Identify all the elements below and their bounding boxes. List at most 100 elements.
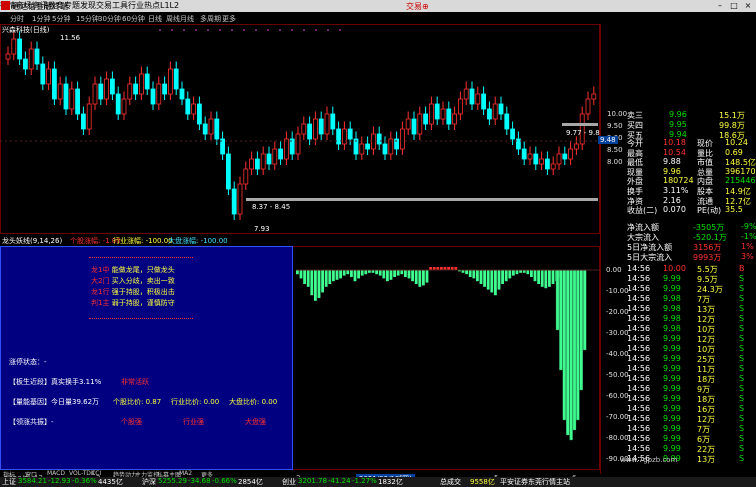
indicator-bar	[497, 270, 501, 290]
flow-pct: -1%	[741, 232, 756, 241]
signal-dot	[207, 29, 209, 31]
tick-side: S	[739, 384, 745, 393]
menu-item-9[interactable]: 热点	[144, 1, 160, 10]
tick-row-3[interactable]: 14:56 9.98 7万 S	[601, 294, 756, 304]
tick-time: 14:56	[627, 404, 651, 413]
signal-dot	[255, 29, 257, 31]
menu-item-10[interactable]: L1L2	[160, 1, 179, 10]
tick-price: 9.98	[663, 314, 681, 323]
indicator-bar	[411, 270, 414, 282]
period-tab-9[interactable]: 多周期	[200, 14, 221, 24]
indicator-bar	[476, 270, 479, 282]
tick-time: 14:56	[627, 294, 651, 303]
stat-value: 2.16	[663, 195, 681, 205]
tick-row-16[interactable]: 14:56 9.99 7万 S	[601, 424, 756, 434]
minimize-icon[interactable]: –	[715, 1, 725, 10]
indicator-bar	[422, 270, 425, 286]
candle-body	[249, 158, 255, 170]
indicator-y-label-3: -30.00	[606, 329, 629, 337]
indicator-bar	[530, 270, 533, 277]
tick-price: 9.99	[663, 444, 681, 453]
tick-row-0[interactable]: 14:56 10.00 5.5万 B	[601, 264, 756, 274]
indicator-bar	[486, 270, 490, 290]
candle-body	[463, 88, 469, 100]
period-tab-2[interactable]: 5分钟	[52, 14, 70, 24]
tick-price: 9.98	[663, 294, 681, 303]
tick-time: 14:56	[627, 334, 651, 343]
period-tab-7[interactable]: 周线	[166, 14, 180, 24]
period-tab-3[interactable]: 15分钟	[76, 14, 99, 24]
status-bar: 指标 窗口 MACD VOL-TDX CCI 趋势动力 主力监控 私募主图 MA2 更多 上证 358…	[0, 470, 756, 487]
index-pct-1: -0.66%	[212, 477, 237, 485]
candle-body	[376, 133, 382, 145]
indicator-bar	[296, 270, 299, 275]
indicator-market-rise: 大盘涨幅: -100.00	[168, 237, 228, 245]
tick-time: 14:56	[627, 364, 651, 373]
candle-body	[411, 118, 417, 135]
bottom-tab-4[interactable]: CCI	[91, 470, 101, 477]
tick-side: S	[739, 374, 745, 383]
candle-body	[57, 83, 63, 100]
slogan-key: 龙1行	[91, 288, 110, 296]
menu-item-5[interactable]: 发现	[80, 1, 96, 10]
candle-body	[527, 153, 533, 160]
indicator-bar-large	[559, 269, 563, 371]
resonance-label: 【领涨共振】-	[9, 418, 54, 426]
signal-dot	[243, 29, 245, 31]
candle-body	[208, 118, 214, 135]
candle-body	[11, 38, 17, 55]
close-icon[interactable]: ×	[743, 1, 753, 10]
signal-dot	[339, 29, 341, 31]
tick-row-18[interactable]: 14:56 9.99 22万 S	[601, 444, 756, 454]
indicator-y-label-2: -20.00	[606, 308, 629, 316]
candle-body	[301, 123, 307, 135]
indicator-bar	[382, 270, 386, 279]
total-value: 9558亿	[470, 478, 495, 486]
stat-value2: 0.69	[725, 147, 743, 157]
menu-item-7[interactable]: 工具	[112, 1, 128, 10]
indicator-bar	[342, 270, 346, 276]
price-y-label-3: 8.50	[607, 146, 623, 154]
period-tab-1[interactable]: 1分钟	[32, 14, 50, 24]
indicator-bar	[414, 270, 418, 284]
period-tab-10[interactable]: 更多	[222, 14, 236, 24]
menu-item-8[interactable]: 行业	[128, 1, 144, 10]
tick-time: 14:56	[627, 394, 651, 403]
candlestick-chart[interactable]: 11.56 7.93 8.37 - 8.45 9.77 - 9.85	[0, 24, 600, 234]
period-tab-8[interactable]: 月线	[180, 14, 194, 24]
signal-dot	[279, 29, 281, 31]
tick-side: S	[739, 394, 745, 403]
signal-dot	[183, 29, 185, 31]
candle-body	[399, 128, 405, 150]
candle-body	[133, 83, 139, 95]
candle-body	[585, 98, 591, 115]
period-tab-6[interactable]: 日线	[148, 14, 162, 24]
candle-body	[568, 148, 573, 160]
ask-price: 9.96	[669, 110, 687, 119]
tick-side: S	[739, 344, 745, 353]
candle-body	[336, 128, 342, 145]
tick-row-1[interactable]: 14:56 9.99 9.5万 S	[601, 274, 756, 284]
menu-item-6[interactable]: 交易	[96, 1, 112, 10]
candle-body	[69, 88, 75, 110]
indicator-y-label-8: -80.00	[606, 434, 629, 442]
period-tab-5[interactable]: 60分钟	[122, 14, 145, 24]
support-label: 8.37 - 8.45	[252, 203, 290, 211]
maximize-icon[interactable]: □	[729, 1, 739, 10]
candle-body	[504, 113, 510, 130]
candle-body	[510, 128, 516, 140]
indicator-bar	[321, 270, 324, 293]
index-pct-0: -0.36%	[72, 477, 97, 485]
tick-side: S	[739, 294, 745, 303]
candle-body	[481, 93, 487, 110]
tick-side: S	[739, 334, 745, 343]
bottom-tab-8[interactable]: MA2	[179, 470, 192, 477]
candle-body	[28, 48, 34, 70]
period-tab-0[interactable]: 分时	[10, 14, 24, 24]
trade-title[interactable]: 交易⊕	[406, 1, 429, 12]
candle-body	[312, 118, 318, 140]
indicator-bar	[425, 270, 429, 283]
tick-price: 9.99	[663, 384, 681, 393]
bottom-tab-2[interactable]: MACD	[47, 470, 65, 477]
period-tab-4[interactable]: 30分钟	[98, 14, 121, 24]
